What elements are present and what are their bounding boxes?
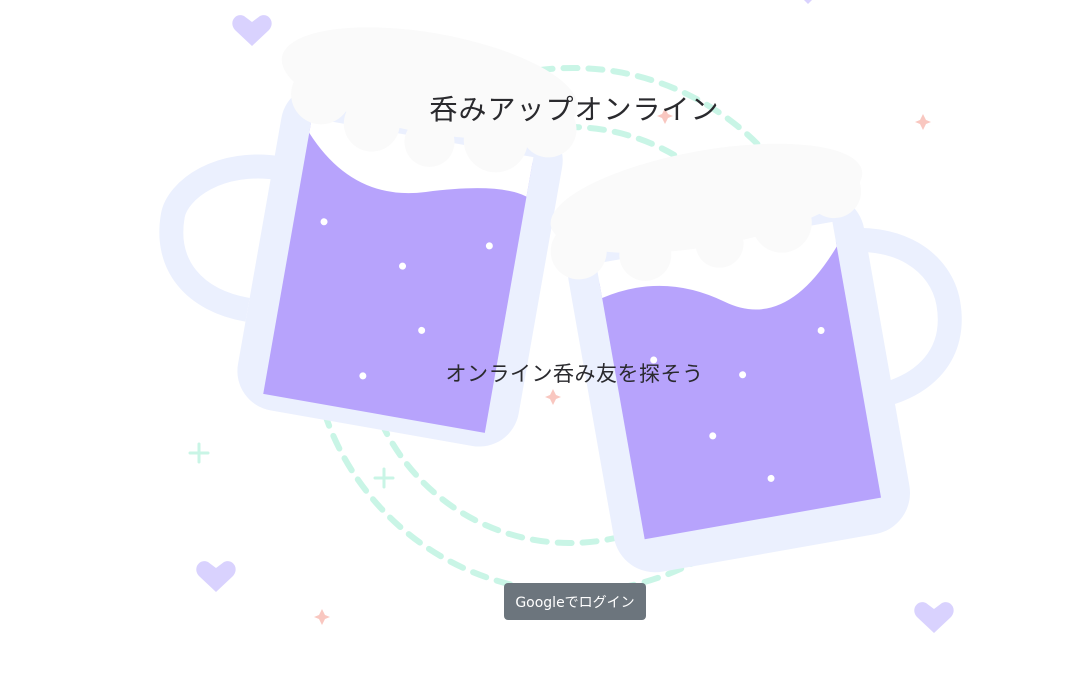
heart-icon [232, 15, 272, 46]
heart-icon [914, 602, 954, 633]
beer-mug-right [550, 143, 962, 573]
sparkle-icon [545, 389, 561, 405]
google-login-button[interactable]: Googleでログイン [504, 583, 646, 620]
plus-icon [188, 442, 210, 464]
landing-page: 呑みアップオンライン オンライン呑み友を探そう Googleでログイン [0, 0, 1082, 694]
heart-icon [196, 561, 236, 592]
app-title: 呑みアップオンライン [429, 93, 720, 126]
heart-icon [804, 0, 812, 4]
tagline: オンライン呑み友を探そう [445, 362, 704, 386]
plus-icon [373, 467, 395, 489]
sparkle-icon [314, 609, 330, 625]
